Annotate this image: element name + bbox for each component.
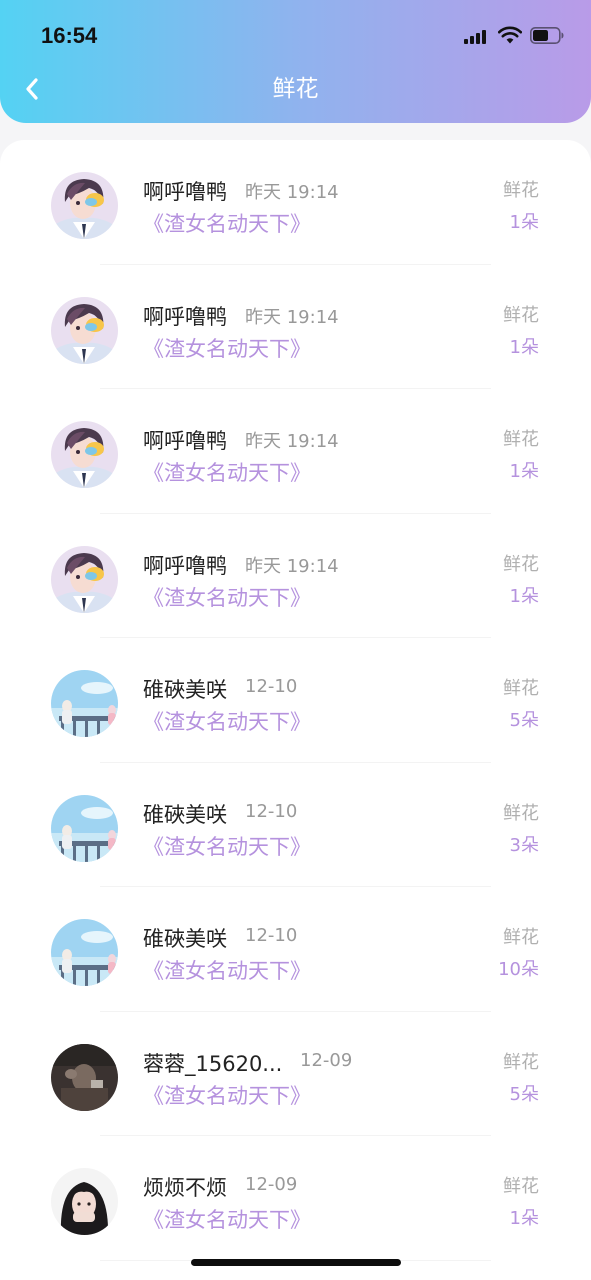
flower-record-row[interactable]: 碓硤美咲 12-10 《渣女名动天下》 鲜花 5朵 (0, 638, 591, 763)
avatar[interactable] (51, 794, 118, 862)
user-name: 啊呼噜鸭 (143, 553, 227, 578)
gift-time: 12-10 (245, 800, 298, 822)
flower-record-row[interactable]: 烦烦不烦 12-09 《渣女名动天下》 鲜花 1朵 (0, 1136, 591, 1261)
flower-record-row[interactable]: 碓硤美咲 12-10 《渣女名动天下》 鲜花 10朵 (0, 887, 591, 1012)
avatar[interactable] (51, 172, 118, 239)
gift-type-label: 鲜花 (503, 802, 539, 824)
gift-type-label: 鲜花 (503, 429, 539, 450)
avatar[interactable] (51, 919, 118, 986)
home-indicator[interactable] (191, 1259, 401, 1266)
user-name: 碓硤美咲 (143, 927, 227, 951)
gift-type-label: 鲜花 (503, 927, 539, 948)
gift-count: 1朵 (509, 585, 539, 607)
book-title[interactable]: 《渣女名动天下》 (143, 955, 311, 985)
gift-time: 12-09 (245, 1174, 298, 1195)
gift-time: 昨天 19:14 (245, 306, 339, 328)
avatar[interactable] (51, 545, 118, 613)
user-name: 蓉蓉_15620... (143, 1051, 283, 1076)
flower-record-list[interactable]: 啊呼噜鸭 昨天 19:14 《渣女名动天下》 鲜花 1朵 啊呼噜鸭 昨天 19:… (0, 140, 591, 1280)
gift-type-label: 鲜花 (503, 553, 539, 575)
book-title[interactable]: 《渣女名动天下》 (143, 831, 311, 861)
book-title[interactable]: 《渣女名动天下》 (143, 208, 311, 238)
gift-time: 12-10 (245, 925, 298, 946)
gift-count: 3朵 (509, 834, 539, 856)
gift-time: 昨天 19:14 (245, 555, 339, 577)
flower-record-row[interactable]: 啊呼噜鸭 昨天 19:14 《渣女名动天下》 鲜花 1朵 (0, 389, 591, 514)
gift-time: 12-10 (245, 676, 298, 697)
gift-count: 1朵 (509, 212, 539, 233)
gift-count: 10朵 (498, 959, 539, 980)
flower-record-row[interactable]: 啊呼噜鸭 昨天 19:14 《渣女名动天下》 鲜花 1朵 (0, 514, 591, 638)
gift-count: 1朵 (509, 1208, 539, 1229)
avatar[interactable] (51, 1043, 118, 1111)
flower-record-row[interactable]: 蓉蓉_15620... 12-09 《渣女名动天下》 鲜花 5朵 (0, 1012, 591, 1136)
avatar[interactable] (51, 421, 118, 488)
user-name: 碓硤美咲 (143, 678, 227, 702)
header: 16:54 鲜花 (0, 0, 591, 123)
book-title[interactable]: 《渣女名动天下》 (143, 1204, 311, 1234)
avatar[interactable] (51, 1168, 118, 1235)
gift-count: 1朵 (509, 461, 539, 482)
gift-count: 5朵 (509, 1083, 539, 1105)
user-name: 啊呼噜鸭 (143, 304, 227, 329)
screen: 16:54 鲜花 啊呼噜鸭 昨天 19:14 《渣女名动天下》 鲜花 1朵 啊呼… (0, 0, 591, 1280)
gift-type-label: 鲜花 (503, 678, 539, 699)
book-title[interactable]: 《渣女名动天下》 (143, 457, 311, 487)
book-title[interactable]: 《渣女名动天下》 (143, 1080, 311, 1110)
status-time: 16:54 (41, 23, 98, 48)
gift-time: 12-09 (300, 1049, 353, 1071)
flower-record-row[interactable]: 啊呼噜鸭 昨天 19:14 《渣女名动天下》 鲜花 1朵 (0, 140, 591, 265)
flower-record-row[interactable]: 碓硤美咲 12-10 《渣女名动天下》 鲜花 3朵 (0, 763, 591, 887)
book-title[interactable]: 《渣女名动天下》 (143, 333, 311, 363)
wifi-icon (498, 26, 522, 44)
gift-count: 1朵 (509, 336, 539, 358)
book-title[interactable]: 《渣女名动天下》 (143, 582, 311, 612)
page-title: 鲜花 (272, 76, 319, 102)
gift-count: 5朵 (509, 710, 539, 731)
avatar[interactable] (51, 670, 118, 737)
gift-type-label: 鲜花 (503, 180, 539, 201)
user-name: 碓硤美咲 (143, 802, 227, 827)
gift-type-label: 鲜花 (503, 1176, 539, 1197)
user-name: 啊呼噜鸭 (143, 429, 227, 453)
battery-icon (530, 27, 564, 44)
gift-type-label: 鲜花 (503, 1051, 539, 1073)
flower-record-row[interactable]: 啊呼噜鸭 昨天 19:14 《渣女名动天下》 鲜花 1朵 (0, 265, 591, 389)
gift-time: 昨天 19:14 (245, 431, 339, 452)
user-name: 烦烦不烦 (143, 1176, 227, 1200)
status-bar: 16:54 (0, 0, 591, 70)
user-name: 啊呼噜鸭 (143, 180, 227, 204)
avatar[interactable] (51, 296, 118, 364)
gift-time: 昨天 19:14 (245, 182, 339, 203)
gift-type-label: 鲜花 (503, 304, 539, 326)
book-title[interactable]: 《渣女名动天下》 (143, 706, 311, 736)
cellular-signal-icon (464, 30, 490, 44)
